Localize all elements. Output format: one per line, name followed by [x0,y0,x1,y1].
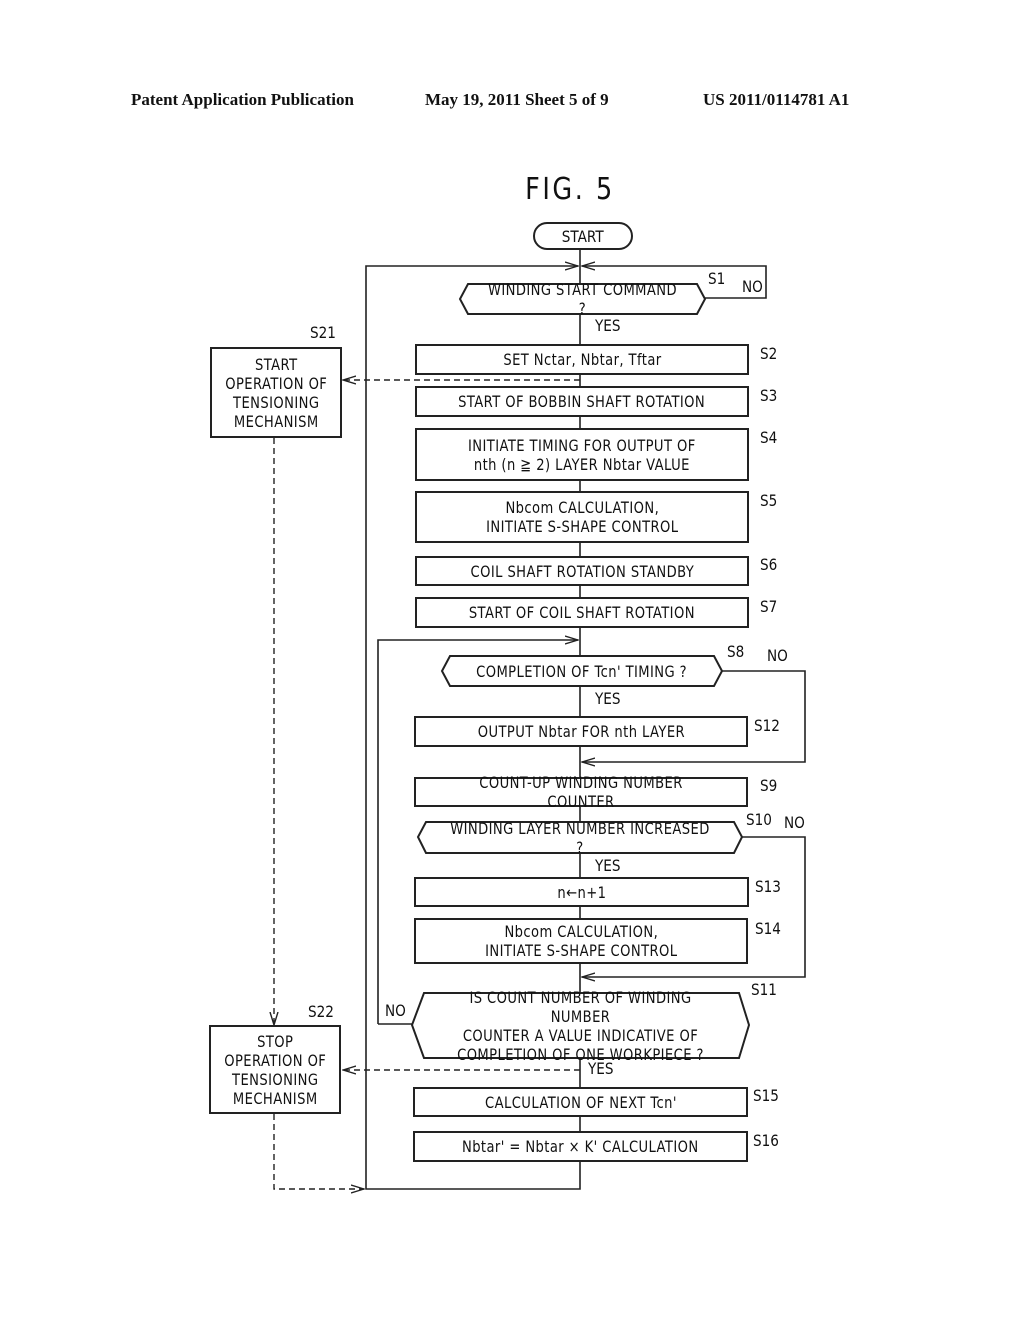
step-id-s14: S14 [755,919,786,938]
s8-no-label: NO [767,646,792,665]
step-s22-box: STOP OPERATION OF TENSIONING MECHANISM [209,1025,341,1114]
step-id-s1-text: S1 [708,269,726,288]
step-id-s6-text: S6 [760,555,778,574]
start-label: START [562,226,604,246]
step-id-s3-text: S3 [760,386,778,405]
step-id-s10-text: S10 [746,810,772,829]
step-id-s2-text: S2 [760,344,778,363]
step-id-s10: S10 [746,810,777,829]
step-id-s12: S12 [754,716,785,735]
step-s1-decision: WINDING START COMMAND ? [460,280,705,318]
step-id-s9-text: S9 [760,776,778,795]
s1-yes-label: YES [595,316,625,335]
step-id-s22-text: S22 [308,1002,334,1021]
step-s5-text: Nbcom CALCULATION, INITIATE S-SHAPE CONT… [485,498,679,536]
step-s3-text: START OF BOBBIN SHAFT ROTATION [458,392,706,411]
step-s10-decision: WINDING LAYER NUMBER INCREASED ? [418,819,742,857]
step-id-s13: S13 [755,877,786,896]
step-id-s15: S15 [753,1086,784,1105]
step-s6-text: COIL SHAFT ROTATION STANDBY [470,561,694,581]
step-s11-decision: IS COUNT NUMBER OF WINDING NUMBER COUNTE… [412,988,749,1064]
s11-yes-text: YES [588,1059,614,1078]
step-s15-text: CALCULATION OF NEXT Tcn' [484,1092,677,1112]
step-s12-text: OUTPUT Nbtar FOR nth LAYER [477,722,685,741]
step-id-s21: S21 [310,323,341,342]
step-s21-text: START OPERATION OF TENSIONING MECHANISM [224,354,328,431]
step-s14-text: Nbcom CALCULATION, INITIATE S-SHAPE CONT… [484,922,678,960]
step-id-s9: S9 [760,776,780,795]
step-id-s8: S8 [727,642,747,661]
step-id-s12-text: S12 [754,716,780,735]
s10-yes-text: YES [595,856,621,875]
step-s8-text: COMPLETION OF Tcn' TIMING ? [476,661,688,681]
s1-yes-text: YES [595,316,621,335]
step-id-s4-text: S4 [760,428,778,447]
step-s16-text: Nbtar' = Nbtar × K' CALCULATION [462,1137,699,1156]
step-id-s6: S6 [760,555,780,574]
step-s2-box: SET Nctar, Nbtar, Tftar [415,344,749,375]
step-s12-box: OUTPUT Nbtar FOR nth LAYER [414,716,748,747]
s8-no-text: NO [767,646,788,665]
step-s9-text: COUNT-UP WINDING NUMBER COUNTER [479,773,683,811]
step-s22-text: STOP OPERATION OF TENSIONING MECHANISM [223,1031,327,1108]
step-id-s1: S1 [708,269,728,288]
s1-no-label: NO [742,277,767,296]
step-id-s16: S16 [753,1131,784,1150]
step-s15-box: CALCULATION OF NEXT Tcn' [413,1087,748,1117]
step-id-s11-text: S11 [751,980,777,999]
step-s4-box: INITIATE TIMING FOR OUTPUT OF nth (n ≧ 2… [415,428,749,481]
s10-yes-label: YES [595,856,625,875]
s11-no-text: NO [385,1001,406,1020]
s8-yes-text: YES [595,689,621,708]
step-id-s22: S22 [308,1002,339,1021]
s11-no-label: NO [385,1001,410,1020]
step-s2-text: SET Nctar, Nbtar, Tftar [502,350,662,369]
step-s13-box: n←n+1 [414,877,749,907]
step-id-s8-text: S8 [727,642,745,661]
step-s10-text: WINDING LAYER NUMBER INCREASED ? [450,818,710,857]
step-id-s11: S11 [751,980,782,999]
step-s3-box: START OF BOBBIN SHAFT ROTATION [415,386,749,417]
start-terminal: START [533,222,633,250]
step-s13-text: n←n+1 [556,882,607,902]
step-id-s2: S2 [760,344,780,363]
step-s4-text: INITIATE TIMING FOR OUTPUT OF nth (n ≧ 2… [468,435,696,474]
step-s21-box: START OPERATION OF TENSIONING MECHANISM [210,347,342,438]
s1-no-text: NO [742,277,763,296]
step-id-s15-text: S15 [753,1086,779,1105]
step-id-s5-text: S5 [760,491,778,510]
dashed-s22-to-loop [273,1114,364,1189]
step-s11-text: IS COUNT NUMBER OF WINDING NUMBER COUNTE… [457,987,704,1064]
step-s5-box: Nbcom CALCULATION, INITIATE S-SHAPE CONT… [415,491,749,543]
step-id-s14-text: S14 [755,919,781,938]
step-id-s13-text: S13 [755,877,781,896]
step-s8-decision: COMPLETION OF Tcn' TIMING ? [442,656,722,686]
s11-yes-label: YES [588,1059,618,1078]
step-id-s7-text: S7 [760,597,778,616]
step-id-s4: S4 [760,428,780,447]
s10-no-text: NO [784,813,805,832]
step-s7-box: START OF COIL SHAFT ROTATION [415,597,749,628]
step-s16-box: Nbtar' = Nbtar × K' CALCULATION [413,1131,748,1162]
step-id-s7: S7 [760,597,780,616]
step-id-s5: S5 [760,491,780,510]
step-id-s21-text: S21 [310,323,336,342]
step-id-s16-text: S16 [753,1131,779,1150]
s10-no-label: NO [784,813,809,832]
s8-yes-label: YES [595,689,625,708]
step-id-s3: S3 [760,386,780,405]
step-s6-box: COIL SHAFT ROTATION STANDBY [415,556,749,586]
step-s7-text: START OF COIL SHAFT ROTATION [468,603,696,622]
step-s1-text: WINDING START COMMAND ? [487,280,678,318]
step-s14-box: Nbcom CALCULATION, INITIATE S-SHAPE CONT… [414,918,748,964]
step-s9-box: COUNT-UP WINDING NUMBER COUNTER [414,773,748,811]
